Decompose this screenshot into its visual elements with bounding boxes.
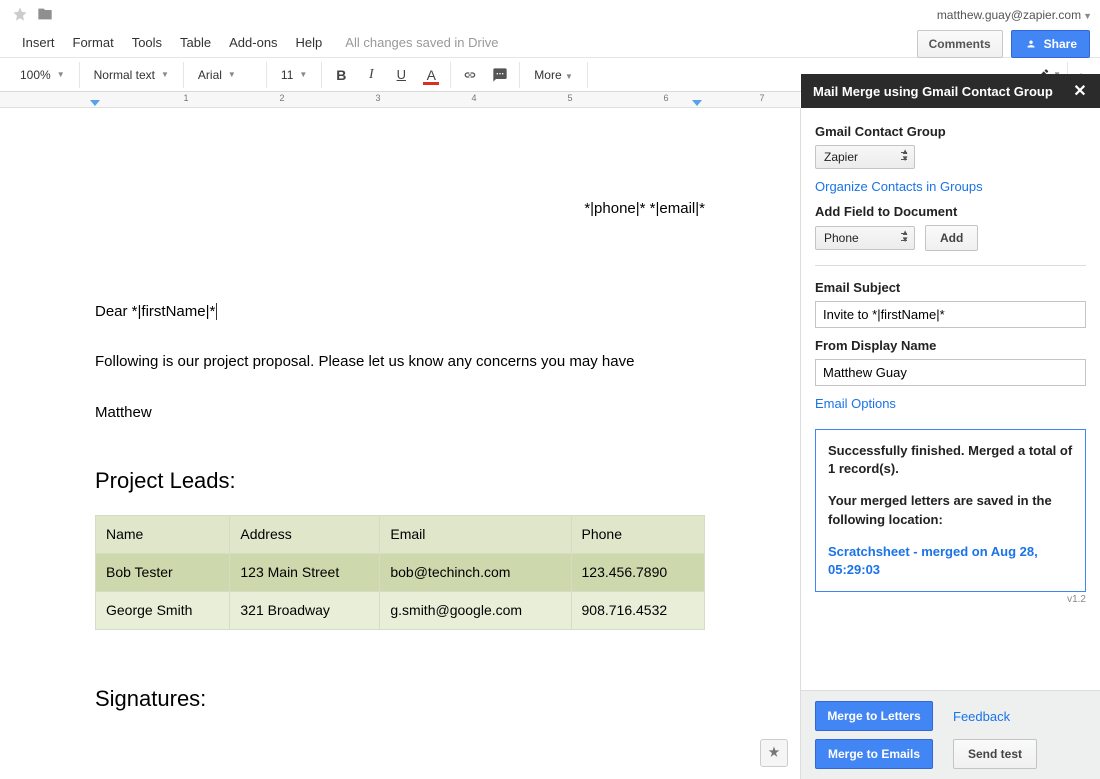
email-options-link[interactable]: Email Options <box>815 396 896 411</box>
indent-left-icon[interactable] <box>90 100 100 106</box>
more-button[interactable]: More ▼ <box>526 65 581 85</box>
feedback-link[interactable]: Feedback <box>953 709 1010 724</box>
signatures-heading[interactable]: Signatures: <box>95 682 705 715</box>
menu-add-ons[interactable]: Add-ons <box>220 31 286 54</box>
divider <box>815 265 1086 266</box>
leads-heading[interactable]: Project Leads: <box>95 464 705 497</box>
merged-doc-link[interactable]: Scratchsheet - merged on Aug 28, 05:29:0… <box>828 544 1038 577</box>
status-success: Successfully finished. Merged a total of… <box>828 442 1073 478</box>
save-status: All changes saved in Drive <box>345 35 498 50</box>
fontsize-select[interactable]: 11▼ <box>273 65 315 85</box>
sidebar-title: Mail Merge using Gmail Contact Group <box>813 84 1053 99</box>
table-cell[interactable]: 123 Main Street <box>230 554 380 592</box>
status-location: Your merged letters are saved in the fol… <box>828 492 1073 528</box>
table-cell[interactable]: 908.716.4532 <box>571 592 705 630</box>
table-row[interactable]: George Smith321 Broadwayg.smith@google.c… <box>96 592 705 630</box>
field-select[interactable]: Phone▲▼ <box>815 226 915 250</box>
mail-merge-sidebar: Mail Merge using Gmail Contact Group ✕ G… <box>800 108 1100 779</box>
table-header[interactable]: Email <box>380 516 571 554</box>
bold-button[interactable]: B <box>328 62 354 88</box>
share-button[interactable]: Share <box>1011 30 1090 58</box>
signoff-text[interactable]: Matthew <box>95 402 705 425</box>
indent-right-icon[interactable] <box>692 100 702 106</box>
merge-letters-button[interactable]: Merge to Letters <box>815 701 933 731</box>
table-cell[interactable]: g.smith@google.com <box>380 592 571 630</box>
project-leads-table[interactable]: NameAddressEmailPhone Bob Tester123 Main… <box>95 515 705 630</box>
menu-format[interactable]: Format <box>64 31 123 54</box>
style-select[interactable]: Normal text▼ <box>86 65 177 85</box>
organize-link[interactable]: Organize Contacts in Groups <box>815 179 983 194</box>
star-icon[interactable] <box>12 6 28 25</box>
ruler-num: 1 <box>183 93 188 103</box>
menu-table[interactable]: Table <box>171 31 220 54</box>
subject-input[interactable] <box>815 301 1086 328</box>
document-area[interactable]: *|phone|* *|email|* Dear *|firstName|* F… <box>0 108 800 779</box>
from-label: From Display Name <box>815 338 1086 353</box>
status-box: Successfully finished. Merged a total of… <box>815 429 1086 592</box>
table-cell[interactable]: 321 Broadway <box>230 592 380 630</box>
body-text[interactable]: Following is our project proposal. Pleas… <box>95 351 705 374</box>
group-label: Gmail Contact Group <box>815 124 1086 139</box>
font-select[interactable]: Arial▼ <box>190 65 260 85</box>
explore-button[interactable] <box>760 739 788 767</box>
field-label: Add Field to Document <box>815 204 1086 219</box>
greeting-text[interactable]: Dear *|firstName|* <box>95 301 705 324</box>
add-field-button[interactable]: Add <box>925 225 978 251</box>
table-cell[interactable]: George Smith <box>96 592 230 630</box>
comment-icon[interactable] <box>487 62 513 88</box>
group-select[interactable]: Zapier▲▼ <box>815 145 915 169</box>
table-header[interactable]: Name <box>96 516 230 554</box>
table-row[interactable]: Bob Tester123 Main Streetbob@techinch.co… <box>96 554 705 592</box>
user-email[interactable]: matthew.guay@zapier.com▼ <box>937 8 1092 22</box>
menu-insert[interactable]: Insert <box>13 31 64 54</box>
ruler-num: 3 <box>375 93 380 103</box>
ruler-num: 4 <box>471 93 476 103</box>
page: *|phone|* *|email|* Dear *|firstName|* F… <box>0 108 800 779</box>
table-cell[interactable]: bob@techinch.com <box>380 554 571 592</box>
merge-emails-button[interactable]: Merge to Emails <box>815 739 933 769</box>
table-header[interactable]: Address <box>230 516 380 554</box>
table-cell[interactable]: Bob Tester <box>96 554 230 592</box>
subject-label: Email Subject <box>815 280 1086 295</box>
ruler[interactable]: 1 2 3 4 5 6 7 <box>0 92 800 108</box>
menu-help[interactable]: Help <box>287 31 332 54</box>
close-icon[interactable]: ✕ <box>1070 81 1090 101</box>
ruler-num: 7 <box>759 93 764 103</box>
underline-button[interactable]: U <box>388 62 414 88</box>
table-cell[interactable]: 123.456.7890 <box>571 554 705 592</box>
ruler-num: 6 <box>663 93 668 103</box>
menu-tools[interactable]: Tools <box>123 31 171 54</box>
comments-button[interactable]: Comments <box>917 30 1003 58</box>
text-color-button[interactable]: A <box>418 62 444 88</box>
link-icon[interactable] <box>457 62 483 88</box>
merge-header-text: *|phone|* *|email|* <box>95 198 705 221</box>
italic-button[interactable]: I <box>358 62 384 88</box>
ruler-num: 5 <box>567 93 572 103</box>
ruler-num: 2 <box>279 93 284 103</box>
send-test-button[interactable]: Send test <box>953 739 1037 769</box>
from-input[interactable] <box>815 359 1086 386</box>
addon-version: v1.2 <box>815 594 1086 605</box>
folder-icon[interactable] <box>36 6 54 25</box>
table-header[interactable]: Phone <box>571 516 705 554</box>
zoom-select[interactable]: 100%▼ <box>12 65 73 85</box>
